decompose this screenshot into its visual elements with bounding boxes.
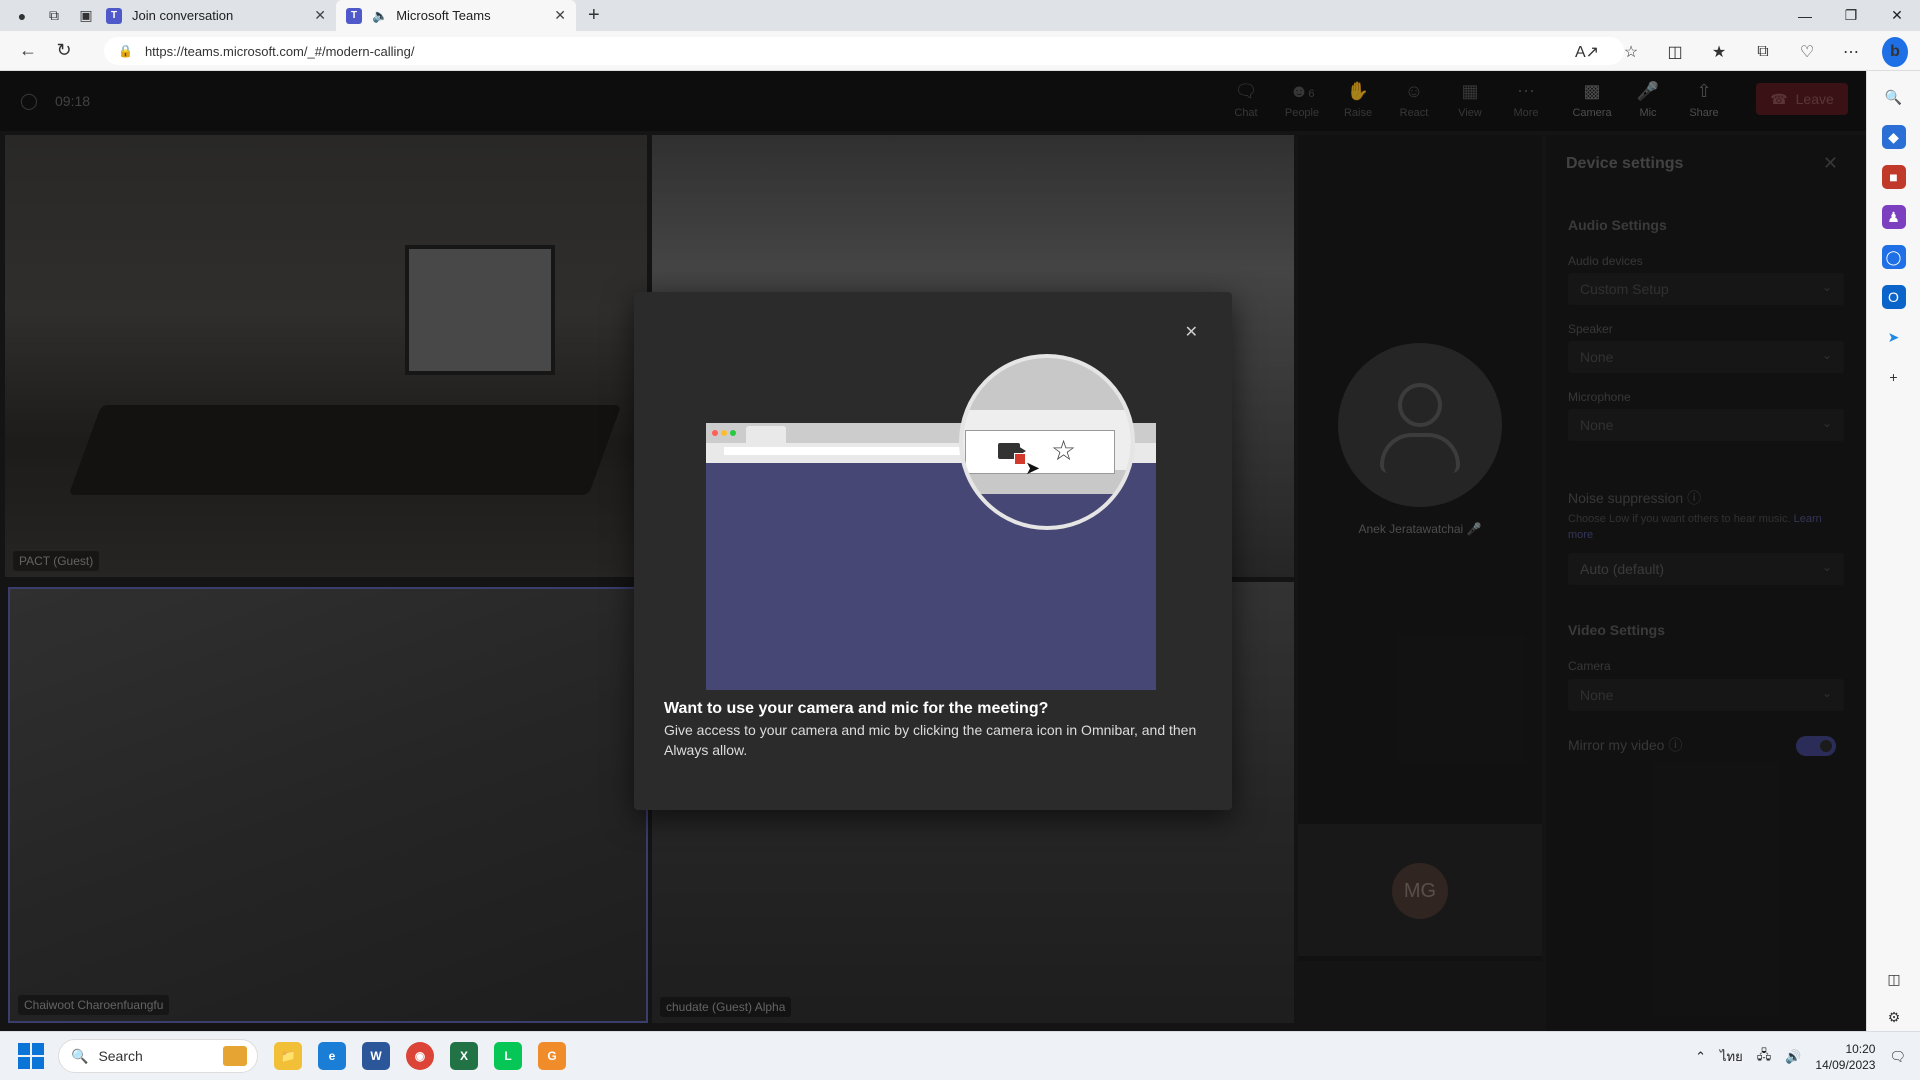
teams-favicon-icon: T [346, 7, 362, 24]
settings-more-icon[interactable]: ⋯ [1838, 42, 1864, 62]
permission-dialog: ✕ ☆ ➤ Want to use your camera and mic fo… [634, 292, 1232, 810]
favorites-icon[interactable]: ★ [1706, 42, 1732, 62]
window-dot [730, 430, 736, 436]
new-tab-icon[interactable]: + [588, 4, 600, 27]
minimize-icon[interactable]: — [1782, 0, 1828, 31]
tab-actions-icon[interactable]: ▣ [76, 6, 96, 26]
dialog-title: Want to use your camera and mic for the … [664, 700, 1049, 717]
edge-icon[interactable]: e [318, 1042, 346, 1070]
split-screen-icon[interactable]: ◫ [1662, 42, 1688, 62]
edge-sidebar: 🔍 ◆ ■ ♟ ◯ O ➤ + ◫ ⚙ [1866, 71, 1920, 1031]
settings-gear-icon[interactable]: ⚙ [1882, 1005, 1906, 1029]
games-icon[interactable]: ♟ [1881, 205, 1906, 229]
tab-close-icon[interactable]: ✕ [554, 7, 566, 24]
chevron-up-icon[interactable]: ⌃ [1695, 1049, 1706, 1065]
cursor-icon: ➤ [1025, 458, 1041, 478]
window-controls: — ❐ ✕ [1782, 0, 1920, 31]
language-indicator[interactable]: ไทย [1720, 1046, 1743, 1067]
address-bar: ← ↻ 🔒 https://teams.microsoft.com/_#/mod… [0, 31, 1920, 71]
teams-favicon-icon: T [106, 7, 122, 24]
search-icon: 🔍 [71, 1047, 89, 1064]
chrome-icon[interactable]: ◉ [406, 1042, 434, 1070]
network-icon[interactable]: 🖧 [1757, 1046, 1772, 1068]
windows-taskbar: 🔍 Search 📁 e W ◉ X L G ⌃ ไทย 🖧 🔊 10:20 1… [0, 1031, 1920, 1080]
system-tray: ⌃ ไทย 🖧 🔊 10:20 14/09/2023 🗨 [1695, 1032, 1906, 1080]
refresh-icon[interactable]: ↻ [46, 40, 82, 61]
microsoft-365-icon[interactable]: ◯ [1881, 245, 1906, 269]
excel-icon[interactable]: X [450, 1042, 478, 1070]
speaker-icon[interactable]: 🔈 [372, 8, 388, 24]
bing-copilot-icon[interactable]: b [1882, 37, 1908, 67]
tab-label: Microsoft Teams [396, 8, 491, 23]
collections-icon[interactable]: ⧉ [1750, 43, 1776, 61]
sidebar-toggle-icon[interactable]: ◫ [1882, 967, 1906, 991]
clock[interactable]: 10:20 14/09/2023 [1815, 1041, 1875, 1073]
start-icon[interactable] [18, 1043, 44, 1069]
star-icon: ☆ [1051, 435, 1077, 466]
shopping-icon[interactable]: ◆ [1881, 125, 1906, 149]
url-field[interactable]: 🔒 https://teams.microsoft.com/_#/modern-… [104, 37, 1624, 65]
taskbar-search[interactable]: 🔍 Search [58, 1039, 258, 1073]
volume-icon[interactable]: 🔊 [1785, 1049, 1801, 1065]
tab-close-icon[interactable]: ✕ [314, 7, 326, 24]
outlook-icon[interactable]: O [1881, 285, 1906, 309]
favorite-star-icon[interactable]: ☆ [1618, 42, 1644, 62]
profile-icon[interactable]: ● [12, 6, 32, 26]
dialog-body: Give access to your camera and mic by cl… [664, 722, 1197, 758]
browser-essentials-icon[interactable]: ♡ [1794, 42, 1820, 62]
read-aloud-icon[interactable]: A↗ [1574, 42, 1600, 62]
tools-icon[interactable]: ■ [1881, 165, 1906, 189]
back-icon[interactable]: ← [10, 40, 46, 61]
browser-tab-bar: ● ⧉ ▣ T Join conversation ✕ T 🔈 Microsof… [0, 0, 1920, 31]
tab-microsoft-teams[interactable]: T 🔈 Microsoft Teams ✕ [336, 0, 576, 31]
close-window-icon[interactable]: ✕ [1874, 0, 1920, 31]
file-explorer-icon[interactable]: 📁 [274, 1042, 302, 1070]
magnifier-illustration: ☆ ➤ [959, 354, 1135, 530]
close-icon[interactable]: ✕ [1185, 322, 1198, 342]
tab-label: Join conversation [132, 8, 234, 23]
search-highlight-icon [223, 1046, 247, 1066]
app-icon[interactable]: G [538, 1042, 566, 1070]
notification-icon[interactable]: 🗨 [1889, 1049, 1906, 1065]
tab-join-conversation[interactable]: T Join conversation ✕ [96, 0, 336, 31]
address-bar-actions: A↗ ☆ ◫ ★ ⧉ ♡ ⋯ b [1574, 37, 1908, 67]
search-icon[interactable]: 🔍 [1882, 85, 1906, 109]
word-icon[interactable]: W [362, 1042, 390, 1070]
window-dot [721, 430, 727, 436]
drop-icon[interactable]: ➤ [1882, 325, 1906, 349]
line-icon[interactable]: L [494, 1042, 522, 1070]
lock-icon[interactable]: 🔒 [118, 44, 133, 58]
illustration-tab [746, 426, 786, 443]
add-icon[interactable]: + [1882, 365, 1906, 389]
restore-icon[interactable]: ❐ [1828, 0, 1874, 31]
url-text: https://teams.microsoft.com/_#/modern-ca… [144, 43, 415, 59]
workspaces-icon[interactable]: ⧉ [44, 6, 64, 26]
window-dot [712, 430, 718, 436]
